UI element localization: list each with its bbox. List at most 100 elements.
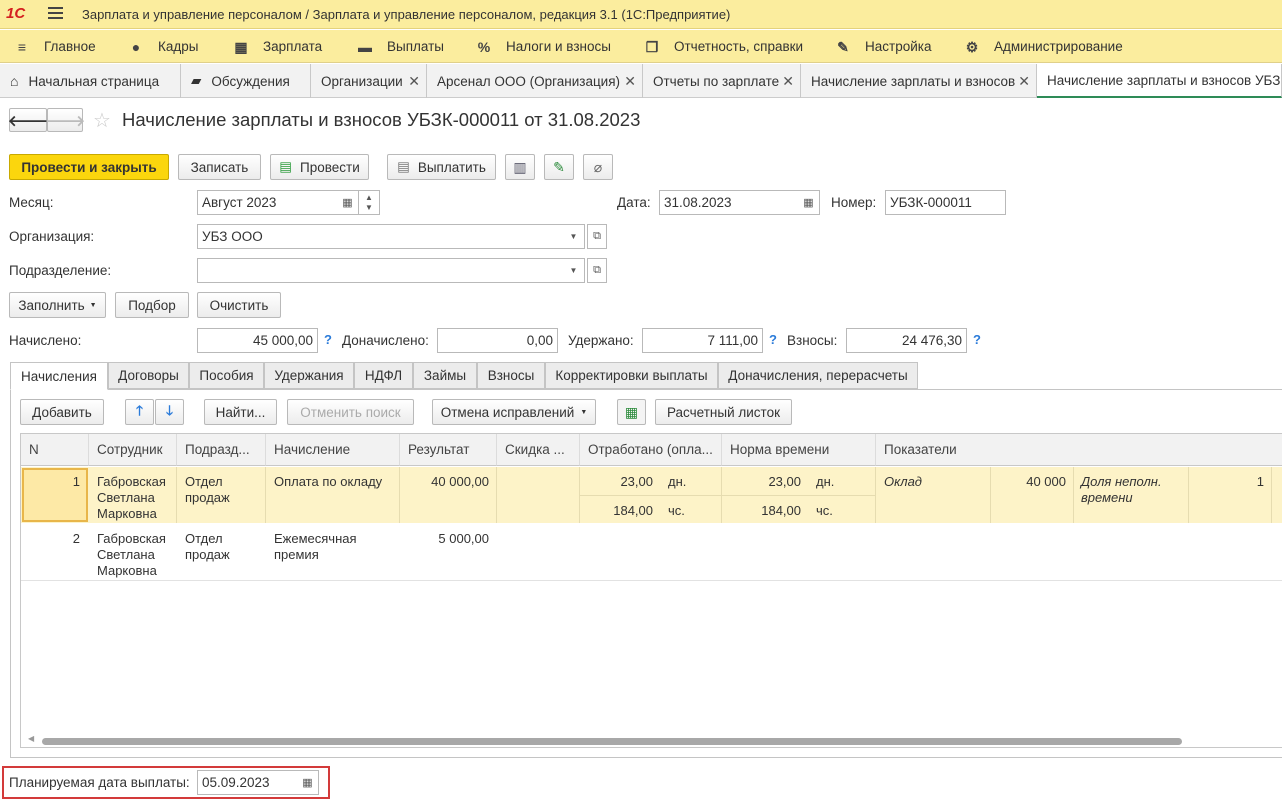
- move-down-button[interactable]: 🡓: [155, 399, 184, 425]
- menu-item-taxes[interactable]: % Налоги и взносы: [476, 30, 611, 63]
- pay-button[interactable]: ▤ Выплатить: [387, 154, 496, 180]
- number-label: Номер:: [831, 195, 877, 210]
- column-header[interactable]: Сотрудник: [89, 434, 177, 466]
- menu-item-salary[interactable]: ▦ Зарплата: [233, 30, 322, 63]
- accrual-type: Ежемесячная премия: [274, 531, 357, 562]
- close-icon[interactable]: ✕: [782, 73, 794, 90]
- chevron-down-icon: ▼: [569, 266, 578, 275]
- extra-accrued-value: 0,00: [437, 328, 558, 353]
- close-icon[interactable]: ✕: [1018, 73, 1030, 90]
- column-header[interactable]: Показатели: [876, 434, 1282, 466]
- menu-item-admin[interactable]: ⚙ Администрирование: [964, 30, 1123, 63]
- employee-name: Габровская Светлана Марковна: [97, 531, 166, 578]
- payslip-button[interactable]: Расчетный листок: [655, 399, 792, 425]
- chevron-down-icon: ▼: [569, 232, 578, 241]
- tab-recalculations[interactable]: Доначисления, перерасчеты: [718, 362, 918, 389]
- menu-item-payments[interactable]: ▬ Выплаты: [357, 30, 444, 63]
- withheld-help-icon[interactable]: ?: [769, 332, 777, 347]
- tab-organizations[interactable]: Организации ✕: [311, 64, 427, 98]
- date-input[interactable]: 31.08.2023: [659, 190, 799, 215]
- forward-button[interactable]: 🡒: [45, 108, 85, 132]
- scrollbar-thumb[interactable]: [42, 738, 1182, 745]
- column-header[interactable]: Отработано (опла...: [580, 434, 722, 466]
- sign-button[interactable]: ✎: [544, 154, 574, 180]
- column-header[interactable]: Начисление: [266, 434, 400, 466]
- menu-item-settings[interactable]: ✎ Настройка: [835, 30, 931, 63]
- tab-contracts[interactable]: Договоры: [108, 362, 189, 389]
- tab-payroll-list[interactable]: Начисление зарплаты и взносов ✕: [801, 64, 1037, 98]
- attachments-button[interactable]: ⌀: [583, 154, 613, 180]
- close-icon[interactable]: ✕: [624, 73, 636, 90]
- tab-ndfl[interactable]: НДФЛ: [354, 362, 413, 389]
- clear-button[interactable]: Очистить: [197, 292, 281, 318]
- indicator-name: Оклад: [884, 474, 922, 489]
- month-spinner[interactable]: ▲ ▼: [359, 190, 380, 215]
- gear-icon: ⚙: [965, 38, 979, 55]
- column-header[interactable]: Результат: [400, 434, 497, 466]
- organization-open-button[interactable]: ⧉: [587, 224, 607, 249]
- horizontal-scrollbar[interactable]: ◀: [22, 734, 1280, 746]
- cancel-search-button[interactable]: Отменить поиск: [287, 399, 414, 425]
- withheld-label: Удержано:: [568, 333, 634, 348]
- tab-salary-reports[interactable]: Отчеты по зарплате ✕: [643, 64, 801, 98]
- accrued-help-icon[interactable]: ?: [324, 332, 332, 347]
- department-input[interactable]: [197, 258, 564, 283]
- register-movements-button[interactable]: ▥: [505, 154, 535, 180]
- arrow-down-icon: 🡓: [165, 402, 174, 418]
- spin-down-icon: ▼: [365, 202, 373, 212]
- tab-loans[interactable]: Займы: [413, 362, 477, 389]
- contributions-help-icon[interactable]: ?: [973, 332, 981, 347]
- month-input[interactable]: Август 2023: [197, 190, 338, 215]
- tab-contributions[interactable]: Взносы: [477, 362, 545, 389]
- post-and-close-button[interactable]: Провести и закрыть: [9, 154, 169, 180]
- move-up-button[interactable]: 🡑: [125, 399, 154, 425]
- tab-benefits[interactable]: Пособия: [189, 362, 264, 389]
- find-button[interactable]: Найти...: [204, 399, 277, 425]
- calendar-button[interactable]: ▦: [337, 190, 359, 215]
- open-icon: ⧉: [593, 264, 601, 276]
- scroll-left-icon[interactable]: ◀: [28, 734, 34, 743]
- organization-input[interactable]: УБЗ ООО: [197, 224, 564, 249]
- row-number: 2: [72, 531, 80, 546]
- add-row-button[interactable]: Добавить: [20, 399, 104, 425]
- close-icon[interactable]: ✕: [408, 73, 420, 90]
- pick-button[interactable]: Подбор: [115, 292, 189, 318]
- tab-payment-corrections[interactable]: Корректировки выплаты: [545, 362, 718, 389]
- tab-home[interactable]: ⌂ Начальная страница: [0, 64, 181, 98]
- fill-button[interactable]: Заполнить ▼: [9, 292, 106, 318]
- accrued-label: Начислено:: [9, 333, 82, 348]
- menu-item-main[interactable]: ≡ Главное: [14, 30, 96, 63]
- column-header[interactable]: N: [21, 434, 89, 466]
- menu-item-hr[interactable]: ● Кадры: [128, 30, 199, 63]
- organization-dropdown[interactable]: ▼: [563, 224, 585, 249]
- tab-deductions[interactable]: Удержания: [264, 362, 354, 389]
- pay-date-calendar-button[interactable]: ▦: [297, 770, 319, 795]
- tab-discussions[interactable]: ▰ Обсуждения: [181, 64, 311, 98]
- number-input[interactable]: УБЗК-000011: [885, 190, 1006, 215]
- department-open-button[interactable]: ⧉: [587, 258, 607, 283]
- column-header[interactable]: Подразд...: [177, 434, 266, 466]
- calendar-icon: ▦: [342, 197, 353, 209]
- back-button[interactable]: 🡐: [8, 108, 48, 132]
- tab-accruals[interactable]: Начисления: [10, 362, 108, 390]
- chevron-down-icon: ▼: [580, 408, 588, 416]
- main-menu-icon[interactable]: [48, 7, 63, 20]
- column-header[interactable]: Скидка ...: [497, 434, 580, 466]
- add-columns-button[interactable]: ▦: [617, 399, 646, 425]
- tab-arsenal[interactable]: Арсенал ООО (Организация) ✕: [427, 64, 643, 98]
- pay-date-input[interactable]: 05.09.2023: [197, 770, 298, 795]
- department-name: Отдел продаж: [185, 531, 230, 562]
- date-calendar-button[interactable]: ▦: [798, 190, 820, 215]
- tab-payroll-doc[interactable]: Начисление зарплаты и взносов УБЗК: [1037, 64, 1282, 98]
- result-value: 40 000,00: [431, 474, 489, 489]
- column-header[interactable]: Норма времени: [722, 434, 876, 466]
- accrued-value: 45 000,00: [197, 328, 318, 353]
- wallet-icon: ▬: [358, 38, 372, 55]
- department-dropdown[interactable]: ▼: [563, 258, 585, 283]
- save-button[interactable]: Записать: [178, 154, 261, 180]
- post-button[interactable]: ▤ Провести: [270, 154, 369, 180]
- favorite-star-icon[interactable]: ☆: [93, 108, 111, 133]
- menu-item-reports[interactable]: ❐ Отчетность, справки: [644, 30, 803, 63]
- cancel-corrections-button[interactable]: Отмена исправлений ▼: [432, 399, 596, 425]
- contributions-value: 24 476,30: [846, 328, 967, 353]
